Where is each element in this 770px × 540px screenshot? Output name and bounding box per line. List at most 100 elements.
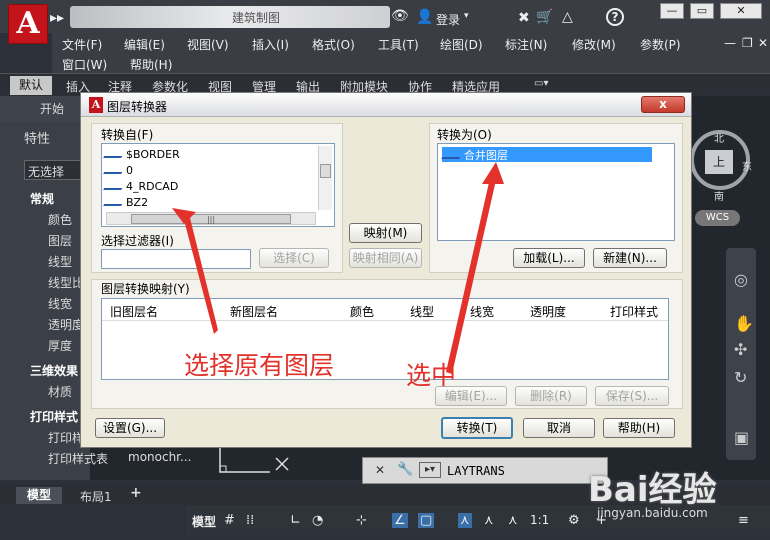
menu-draw[interactable]: 绘图(D) xyxy=(440,36,483,53)
settings-button[interactable]: 设置(G)... xyxy=(95,418,165,438)
column-plot-style[interactable]: 打印样式 xyxy=(610,303,658,320)
section-general[interactable]: 常规 xyxy=(30,190,54,207)
showmotion-icon[interactable]: ▣ xyxy=(734,428,749,447)
exchange-icon[interactable]: ✖ xyxy=(518,10,530,26)
delete-button[interactable]: 删除(R) xyxy=(515,386,587,406)
list-item[interactable]: 0 xyxy=(103,164,133,177)
application-menu-button[interactable]: A xyxy=(8,4,48,44)
grid-icon[interactable]: # xyxy=(224,513,235,528)
annotation-scale-value[interactable]: 1:1 xyxy=(530,513,549,527)
isodraft-icon[interactable]: ⊹ xyxy=(356,513,367,528)
model-space-toggle[interactable]: 模型 xyxy=(192,513,216,530)
a360-icon[interactable]: △ xyxy=(562,9,573,25)
snap-icon[interactable]: ⁞⁞ xyxy=(246,513,254,528)
menu-help[interactable]: 帮助(H) xyxy=(130,56,172,73)
binoculars-icon[interactable]: 👁 xyxy=(391,8,409,24)
column-lineweight[interactable]: 线宽 xyxy=(470,303,494,320)
selected-list-item[interactable]: 合并图层 xyxy=(441,147,652,162)
column-color[interactable]: 颜色 xyxy=(350,303,374,320)
doc-restore-icon[interactable]: ❐ xyxy=(742,36,753,50)
list-item[interactable]: $BORDER xyxy=(103,148,180,161)
viewcube-top-face[interactable]: 上 xyxy=(705,150,733,174)
quick-access-expand-icon[interactable]: ▸▸ xyxy=(50,10,64,26)
maximize-button[interactable]: ▭ xyxy=(690,3,714,19)
menu-parametric[interactable]: 参数(P) xyxy=(640,36,681,53)
zoom-icon[interactable]: ✣ xyxy=(734,340,747,359)
annotation-visibility-icon[interactable]: ⋏ xyxy=(458,513,472,528)
login-dropdown-icon[interactable]: ▾ xyxy=(464,11,469,21)
tab-model[interactable]: 模型 xyxy=(16,487,62,504)
new-layer-button[interactable]: 新建(N)... xyxy=(593,248,667,268)
cmd-close-icon[interactable]: ✕ xyxy=(375,463,385,477)
list-item[interactable]: 4_RDCAD xyxy=(103,180,178,193)
prop-layer[interactable]: 图层 xyxy=(48,232,72,249)
prop-color[interactable]: 颜色 xyxy=(48,211,72,228)
polar-icon[interactable]: ◔ xyxy=(312,513,323,528)
prop-plot-style[interactable]: 打印样 xyxy=(48,429,84,446)
add-layout-button[interactable]: + xyxy=(130,485,142,501)
list-item[interactable]: BZ2 xyxy=(103,196,148,209)
selection-filter-input[interactable] xyxy=(101,249,251,269)
vertical-scrollbar[interactable] xyxy=(318,146,332,210)
menu-format[interactable]: 格式(O) xyxy=(312,36,355,53)
column-new-layer[interactable]: 新图层名 xyxy=(230,303,278,320)
tab-layout1[interactable]: 布局1 xyxy=(80,488,112,505)
help-button[interactable]: 帮助(H) xyxy=(603,418,675,438)
dialog-close-button[interactable]: x xyxy=(641,96,685,113)
close-button[interactable]: ✕ xyxy=(720,3,762,19)
prop-linetype-scale[interactable]: 线型比 xyxy=(48,274,84,291)
cancel-button[interactable]: 取消 xyxy=(523,418,595,438)
load-button[interactable]: 加载(L)... xyxy=(513,248,585,268)
menu-edit[interactable]: 编辑(E) xyxy=(124,36,165,53)
column-old-layer[interactable]: 旧图层名 xyxy=(110,303,158,320)
menu-modify[interactable]: 修改(M) xyxy=(572,36,616,53)
section-3d-effects[interactable]: 三维效果 xyxy=(30,362,78,379)
ortho-icon[interactable]: ∟ xyxy=(290,513,301,528)
prop-thickness[interactable]: 厚度 xyxy=(48,337,72,354)
convert-button[interactable]: 转换(T) xyxy=(441,417,513,439)
auto-scale-icon[interactable]: ⋏ xyxy=(484,513,494,528)
doc-close-icon[interactable]: ✕ xyxy=(758,36,768,50)
menu-dimension[interactable]: 标注(N) xyxy=(505,36,547,53)
minimize-button[interactable]: — xyxy=(660,3,684,19)
workspace-gear-icon[interactable]: ⚙ xyxy=(568,513,580,528)
object-snap-tracking-icon[interactable]: ∠ xyxy=(392,513,408,528)
ribbon-more-icon[interactable]: ▭▾ xyxy=(534,78,548,89)
column-transparency[interactable]: 透明度 xyxy=(530,303,566,320)
cmd-prompt-icon[interactable]: ▸▾ xyxy=(419,462,441,478)
command-line[interactable]: ✕ 🔧 ▸▾ LAYTRANS xyxy=(362,457,608,484)
ribbon-tab-default[interactable]: 默认 xyxy=(10,76,52,95)
save-button[interactable]: 保存(S)... xyxy=(595,386,669,406)
cmd-customize-icon[interactable]: 🔧 xyxy=(397,462,413,477)
menu-window[interactable]: 窗口(W) xyxy=(62,56,107,73)
menu-view[interactable]: 视图(V) xyxy=(187,36,229,53)
map-button[interactable]: 映射(M) xyxy=(349,223,422,243)
horizontal-scroll-thumb[interactable]: ||| xyxy=(131,214,291,224)
steering-wheel-icon[interactable]: ◎ xyxy=(734,270,748,289)
menu-file[interactable]: 文件(F) xyxy=(62,36,102,53)
convert-from-list[interactable]: $BORDER 0 4_RDCAD BZ2 ||| xyxy=(101,143,335,227)
horizontal-scrollbar[interactable]: ||| xyxy=(106,212,316,225)
annotation-scale-icon[interactable]: ⋏ xyxy=(508,513,518,528)
doc-minimize-icon[interactable]: — xyxy=(724,36,736,50)
cart-icon[interactable]: 🛒 xyxy=(536,9,553,25)
menu-tools[interactable]: 工具(T) xyxy=(378,36,419,53)
column-linetype[interactable]: 线型 xyxy=(410,303,434,320)
wcs-menu[interactable]: WCS xyxy=(695,210,740,226)
map-same-button[interactable]: 映射相同(A) xyxy=(349,248,422,268)
menu-insert[interactable]: 插入(I) xyxy=(252,36,289,53)
convert-to-list[interactable]: 合并图层 xyxy=(437,143,675,241)
prop-lineweight[interactable]: 线宽 xyxy=(48,295,72,312)
prop-transparency[interactable]: 透明度 xyxy=(48,316,84,333)
prop-linetype[interactable]: 线型 xyxy=(48,253,72,270)
prop-plot-style-table[interactable]: 打印样式表 xyxy=(48,450,108,467)
prop-material[interactable]: 材质 xyxy=(48,383,72,400)
orbit-icon[interactable]: ↻ xyxy=(734,368,747,387)
object-snap-icon[interactable]: ▢ xyxy=(418,513,435,528)
customization-icon[interactable]: ≡ xyxy=(738,513,749,528)
login-link[interactable]: 登录 xyxy=(436,11,460,28)
vertical-scroll-thumb[interactable] xyxy=(320,164,331,178)
select-button[interactable]: 选择(C) xyxy=(259,248,329,268)
help-icon[interactable]: ? xyxy=(606,8,624,26)
pan-icon[interactable]: ✋ xyxy=(734,314,754,333)
